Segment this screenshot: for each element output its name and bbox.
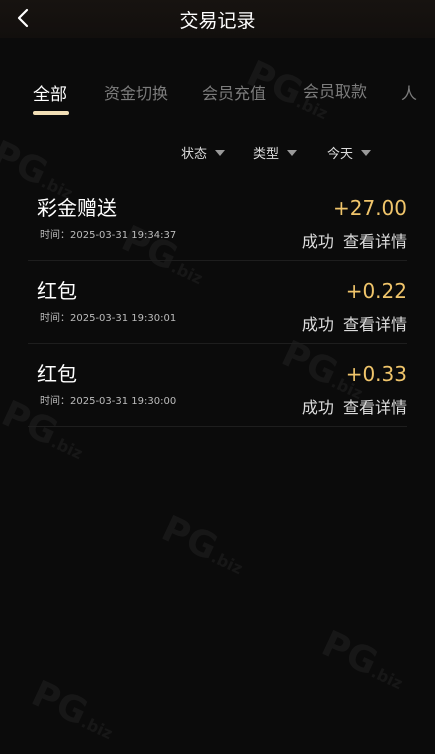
transaction-amount: +0.33	[345, 362, 407, 386]
caret-down-icon	[215, 149, 226, 156]
date-filter[interactable]: 今天	[327, 143, 372, 162]
tab-partial[interactable]: 人	[401, 80, 417, 104]
transaction-amount: +0.22	[345, 279, 407, 303]
transaction-row: 彩金赠送 时间：2025-03-31 19:34:37 +27.00 成功 查看…	[28, 178, 407, 261]
transaction-status: 成功	[301, 232, 334, 251]
transaction-amount: +27.00	[332, 196, 407, 220]
watermark: PG.biz	[315, 623, 406, 694]
watermark: PG.biz	[25, 673, 116, 744]
filter-label: 状态	[181, 147, 208, 162]
view-details-link[interactable]: 查看详情	[343, 232, 407, 251]
transaction-time: 时间：2025-03-31 19:34:37	[40, 230, 177, 241]
transaction-action: 成功 查看详情	[302, 228, 407, 252]
transaction-title: 红包	[37, 279, 77, 303]
transaction-action: 成功 查看详情	[302, 311, 407, 335]
transaction-row: 红包 时间：2025-03-31 19:30:01 +0.22 成功 查看详情	[28, 261, 407, 344]
transaction-status: 成功	[301, 398, 334, 417]
filter-label: 今天	[327, 147, 354, 162]
transaction-list: 彩金赠送 时间：2025-03-31 19:34:37 +27.00 成功 查看…	[0, 178, 435, 427]
transaction-time: 时间：2025-03-31 19:30:00	[40, 396, 177, 407]
status-filter[interactable]: 状态	[181, 143, 226, 162]
transaction-title: 红包	[37, 362, 77, 386]
tab-fund-transfer[interactable]: 资金切换	[104, 80, 168, 104]
tab-member-withdraw[interactable]: 会员取款	[303, 78, 367, 102]
filter-label: 类型	[253, 147, 280, 162]
view-details-link[interactable]: 查看详情	[343, 398, 407, 417]
transaction-action: 成功 查看详情	[302, 394, 407, 418]
watermark: PG.biz	[155, 508, 246, 579]
type-filter[interactable]: 类型	[253, 143, 298, 162]
active-tab-indicator	[33, 111, 69, 115]
view-details-link[interactable]: 查看详情	[343, 315, 407, 334]
tab-member-deposit[interactable]: 会员充值	[202, 80, 266, 104]
tab-all[interactable]: 全部	[33, 80, 67, 105]
page-title: 交易记录	[179, 10, 256, 32]
caret-down-icon	[287, 149, 298, 156]
transaction-title: 彩金赠送	[37, 196, 117, 220]
app-header: 交易记录	[0, 0, 435, 38]
transaction-row: 红包 时间：2025-03-31 19:30:00 +0.33 成功 查看详情	[28, 344, 407, 427]
caret-down-icon	[361, 149, 372, 156]
tab-bar: 全部 资金切换 会员充值 会员取款 人	[0, 76, 435, 116]
transaction-status: 成功	[301, 315, 334, 334]
transaction-time: 时间：2025-03-31 19:30:01	[40, 313, 177, 324]
filter-bar: 状态 类型 今天	[0, 143, 435, 165]
